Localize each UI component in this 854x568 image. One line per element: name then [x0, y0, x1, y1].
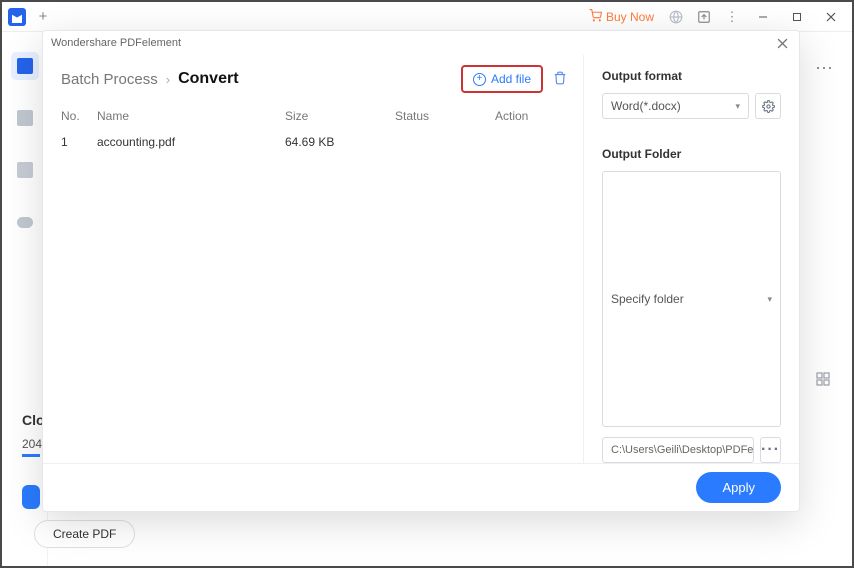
- sidebar-item-cloud[interactable]: [11, 208, 39, 236]
- output-format-label: Output format: [602, 69, 781, 83]
- breadcrumb: Batch Process › Convert: [61, 70, 239, 88]
- sidebar-item-home[interactable]: [11, 52, 39, 80]
- dialog-close-button[interactable]: [773, 34, 791, 52]
- add-tab-button[interactable]: +: [34, 8, 52, 26]
- bg-grid-icon[interactable]: [816, 372, 830, 389]
- sidebar-item-folder[interactable]: [11, 156, 39, 184]
- chevron-right-icon: ›: [166, 72, 170, 87]
- bg-primary-button[interactable]: [22, 485, 40, 509]
- cell-size: 64.69 KB: [285, 135, 395, 149]
- breadcrumb-current: Convert: [178, 70, 238, 88]
- breadcrumb-root[interactable]: Batch Process: [61, 71, 158, 88]
- app-logo: [8, 8, 26, 26]
- cart-icon: [589, 9, 602, 25]
- globe-icon[interactable]: [664, 5, 688, 29]
- dialog-footer: Apply: [43, 463, 799, 511]
- bg-accent-bar: [22, 454, 40, 457]
- buy-now-link[interactable]: Buy Now: [583, 7, 660, 27]
- cell-name: accounting.pdf: [97, 135, 285, 149]
- menu-dots-icon[interactable]: ⋮: [720, 5, 744, 29]
- dialog-title: Wondershare PDFelement: [51, 37, 181, 49]
- folder-mode-select[interactable]: Specify folder ▾: [602, 171, 781, 427]
- buy-now-label: Buy Now: [606, 10, 654, 24]
- add-file-label: Add file: [491, 72, 531, 86]
- titlebar: + Buy Now ⋮: [2, 2, 852, 32]
- cell-status: [395, 135, 495, 149]
- output-format-select[interactable]: Word(*.docx) ▾: [602, 93, 749, 119]
- format-settings-button[interactable]: [755, 93, 781, 119]
- share-icon[interactable]: [692, 5, 716, 29]
- column-name: Name: [97, 109, 285, 123]
- cell-no: 1: [61, 135, 97, 149]
- cell-action: [495, 135, 565, 149]
- column-action: Action: [495, 109, 565, 123]
- batch-process-dialog: Wondershare PDFelement Batch Process › C…: [42, 30, 800, 512]
- delete-button[interactable]: [553, 71, 567, 88]
- bg-subtext: 204: [22, 437, 42, 451]
- close-button[interactable]: [816, 5, 846, 29]
- maximize-button[interactable]: [782, 5, 812, 29]
- sidebar-item-files[interactable]: [11, 104, 39, 132]
- plus-circle-icon: +: [473, 73, 486, 86]
- dialog-side-panel: Output format Word(*.docx) ▾ Output Fold…: [584, 55, 799, 463]
- bg-more-icon[interactable]: ⋯: [815, 58, 832, 79]
- folder-path-field[interactable]: C:\Users\Geili\Desktop\PDFelement\Cc: [602, 437, 754, 463]
- create-pdf-button[interactable]: Create PDF: [34, 520, 135, 548]
- minimize-button[interactable]: [748, 5, 778, 29]
- chevron-down-icon: ▾: [767, 294, 772, 305]
- folder-mode-value: Specify folder: [611, 292, 684, 306]
- output-format-value: Word(*.docx): [611, 99, 681, 113]
- folder-path-value: C:\Users\Geili\Desktop\PDFelement\Cc: [611, 444, 754, 456]
- dialog-main-panel: Batch Process › Convert + Add file No. N…: [43, 55, 584, 463]
- table-row[interactable]: 1 accounting.pdf 64.69 KB: [43, 129, 583, 155]
- column-no: No.: [61, 109, 97, 123]
- column-size: Size: [285, 109, 395, 123]
- add-file-button[interactable]: + Add file: [461, 65, 543, 93]
- column-status: Status: [395, 109, 495, 123]
- apply-button[interactable]: Apply: [696, 472, 781, 503]
- table-header: No. Name Size Status Action: [43, 103, 583, 129]
- cloud-icon: [17, 217, 33, 228]
- output-folder-label: Output Folder: [602, 147, 781, 161]
- chevron-down-icon: ▾: [735, 101, 740, 112]
- browse-folder-button[interactable]: ···: [760, 437, 781, 463]
